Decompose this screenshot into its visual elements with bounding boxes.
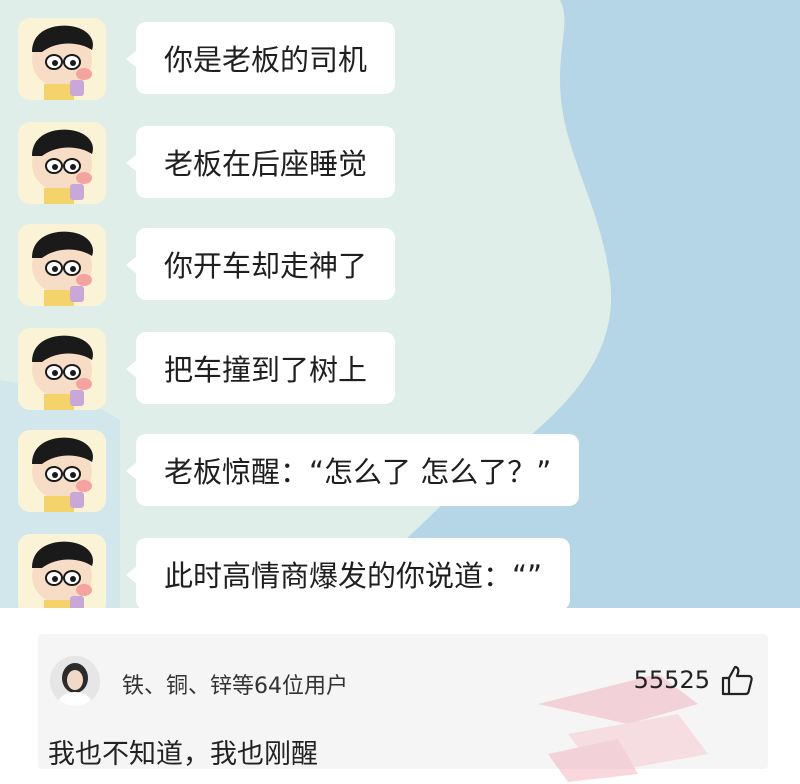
comment-user-name[interactable]: 铁、铜、锌等64位用户	[122, 668, 348, 700]
crayon-shinchan-avatar-icon	[18, 18, 106, 100]
comment-card: 铁、铜、锌等64位用户 55525 我也不知道，我也刚醒	[38, 634, 768, 782]
like-count: 55525	[633, 666, 710, 694]
chat-bubble: 你开车却走神了	[125, 228, 396, 300]
chat-bubble: 老板惊醒：“怎么了 怎么了？”	[125, 434, 580, 506]
crayon-shinchan-avatar-icon	[18, 534, 106, 608]
chat-background	[0, 0, 800, 608]
chat-screenshot: 你是老板的司机 老板在后座睡觉 你开车却走神了 把车撞到了树上 老板惊醒：“怎么…	[0, 0, 800, 608]
user-avatar[interactable]	[50, 656, 100, 706]
watermark-logo	[538, 674, 708, 782]
thumbs-up-icon[interactable]	[720, 664, 754, 696]
chat-bubble: 你是老板的司机	[125, 22, 396, 94]
chat-bubble: 把车撞到了树上	[125, 332, 396, 404]
crayon-shinchan-avatar-icon	[18, 430, 106, 512]
chat-bubble: 老板在后座睡觉	[125, 126, 396, 198]
crayon-shinchan-avatar-icon	[18, 328, 106, 410]
comment-text: 我也不知道，我也刚醒	[48, 739, 318, 770]
crayon-shinchan-avatar-icon	[18, 122, 106, 204]
comment-section: 铁、铜、锌等64位用户 55525 我也不知道，我也刚醒	[0, 608, 800, 782]
chat-bubble: 此时高情商爆发的你说道：“”	[125, 538, 571, 608]
crayon-shinchan-avatar-icon	[18, 224, 106, 306]
